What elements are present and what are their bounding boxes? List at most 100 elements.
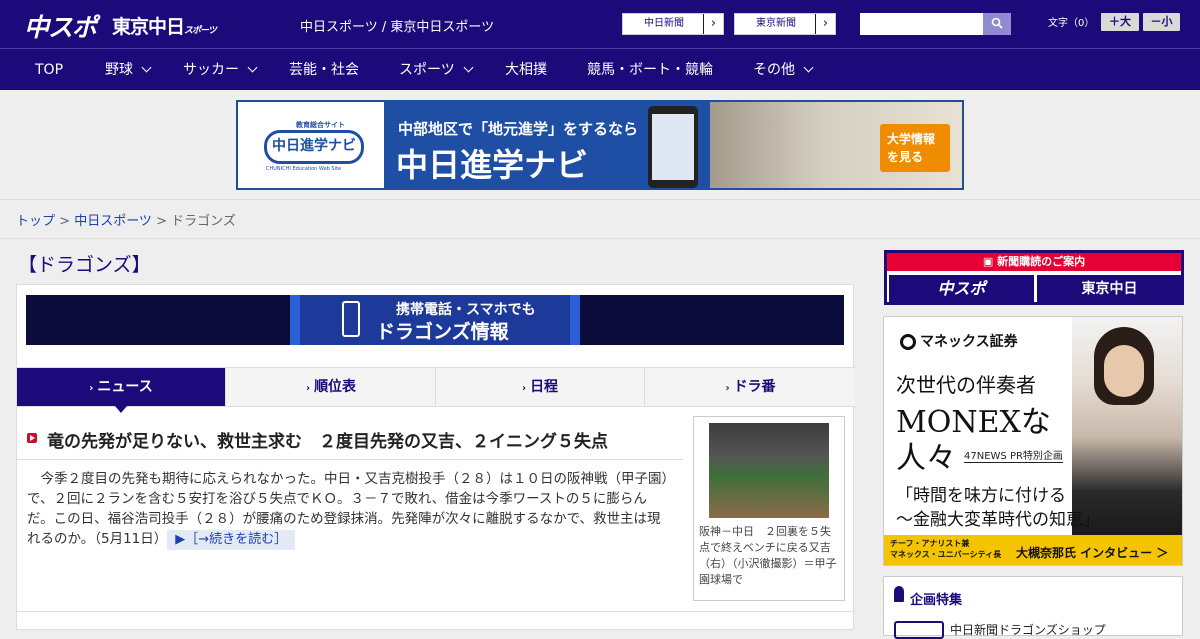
feature-box: 企画特集 中日新聞ドラゴンズショップ — [883, 576, 1183, 639]
site-header: 中スポ 東京中日スポーツ 中日スポーツ / 東京中日スポーツ 中日新聞 › 東京… — [0, 0, 1200, 48]
divider — [0, 238, 1200, 239]
nav-label: サッカー — [183, 62, 239, 78]
banner-logo-subtitle: CHUNICHI Education Web Site — [266, 166, 342, 172]
tab-label: ニュース — [97, 379, 153, 395]
article-photo[interactable] — [709, 423, 829, 518]
chevron-right-icon: › — [703, 14, 723, 34]
article-body-text: 今季２度目の先発も期待に応えられなかった。中日・又吉克樹投手（２８）は１０日の阪… — [27, 471, 669, 547]
chunichi-shimbun-label: 中日新聞 — [644, 18, 684, 29]
nav-label: その他 — [753, 62, 795, 78]
feature-title: 企画特集 — [910, 593, 963, 608]
banner-cta: 大学情報 を見る — [880, 124, 950, 172]
breadcrumb-home[interactable]: トップ — [16, 214, 55, 229]
banner-title: 中日進学ナビ — [396, 146, 589, 184]
monex-logo-icon — [900, 334, 916, 350]
tab-dragons-reporter[interactable]: › ドラ番 — [646, 368, 855, 406]
nav-label: TOP — [35, 62, 64, 78]
active-tab-pointer — [115, 406, 127, 413]
nav-racing[interactable]: 競馬・ボート・競輪 — [587, 49, 713, 91]
nav-entertainment[interactable]: 芸能・社会 — [289, 49, 359, 91]
ad-footer: チーフ・アナリスト兼 マネックス・ユニバーシティ長 大槻奈那氏 インタビュー ＞ — [884, 535, 1182, 565]
nav-label: スポーツ — [399, 62, 455, 78]
breadcrumb-current: ドラゴンズ — [171, 214, 236, 229]
chuspo-logo[interactable]: 中スポ — [24, 8, 97, 44]
top-banner-area: 教育総合サイト 中日進学ナビ CHUNICHI Education Web Si… — [0, 90, 1200, 200]
nav-other[interactable]: その他 — [753, 49, 814, 91]
tokyo-shimbun-link[interactable]: 東京新聞 › — [734, 13, 836, 35]
site-name: 中日スポーツ / 東京中日スポーツ — [300, 20, 495, 35]
chevron-down-icon — [463, 62, 474, 73]
nav-sports[interactable]: スポーツ — [399, 49, 474, 91]
subscription-heading: ▣ 新聞購読のご案内 — [887, 253, 1181, 271]
subscribe-tokyo-chunichi-button[interactable]: 東京中日 — [1037, 275, 1182, 303]
breadcrumb-section[interactable]: 中日スポーツ — [74, 214, 152, 229]
shingaku-navi-banner[interactable]: 教育総合サイト 中日進学ナビ CHUNICHI Education Web Si… — [236, 100, 964, 190]
ad-brand: マネックス証券 — [900, 331, 1018, 351]
ad-quote2: 〜金融大変革時代の知恵」 — [896, 510, 1100, 530]
breadcrumb-separator: > — [55, 214, 75, 229]
tab-news[interactable]: › ニュース — [17, 368, 226, 406]
chevron-down-icon — [141, 62, 152, 73]
nav-soccer[interactable]: サッカー — [183, 49, 258, 91]
banner-logo: 中日進学ナビ — [264, 130, 364, 164]
chevron-down-icon — [247, 62, 258, 73]
search-icon — [991, 17, 1003, 29]
breadcrumb: トップ > 中日スポーツ > ドラゴンズ — [16, 210, 236, 229]
subscription-heading-label: 新聞購読のご案内 — [997, 255, 1086, 268]
ad-line3: 人々 — [896, 441, 956, 476]
banner-logo-panel: 教育総合サイト 中日進学ナビ CHUNICHI Education Web Si… — [238, 102, 384, 188]
subscribe-chuspo-button[interactable]: 中スポ — [889, 275, 1034, 303]
banner-cta-label: 大学情報 を見る — [887, 132, 936, 164]
feature-thumbnail[interactable] — [894, 621, 944, 639]
banner-catchphrase: 中部地区で「地元進学」をするなら — [398, 120, 639, 138]
nav-sumo[interactable]: 大相撲 — [505, 49, 547, 91]
mobile-banner-line2: ドラゴンズ情報 — [376, 321, 509, 343]
read-more-label: ［→続きを読む］ — [185, 532, 288, 547]
search-input[interactable] — [860, 13, 983, 35]
chevron-right-icon: › — [725, 383, 730, 394]
text-smaller-button[interactable]: －小 — [1143, 13, 1180, 31]
tokyo-chunichi-logo[interactable]: 東京中日スポーツ — [112, 12, 217, 39]
tab-label: ドラ番 — [733, 379, 776, 395]
article-headline[interactable]: 竜の先発が足りない、救世主求む ２度目先発の又吉、２イニング５失点 — [47, 427, 608, 452]
mobile-banner-center: 携帯電話・スマホでも ドラゴンズ情報 — [290, 295, 580, 345]
breadcrumb-separator: > — [151, 214, 172, 229]
phone-icon — [342, 301, 360, 337]
subscription-box: ▣ 新聞購読のご案内 中スポ 東京中日 — [884, 250, 1184, 305]
nav-label: 競馬・ボート・競輪 — [587, 62, 713, 78]
nav-label: 野球 — [105, 62, 133, 78]
mobile-dragons-banner[interactable]: 携帯電話・スマホでも ドラゴンズ情報 — [26, 295, 844, 345]
smartphone-screen — [652, 114, 694, 180]
tokyo-logo-small: スポーツ — [184, 26, 217, 36]
nav-label: 芸能・社会 — [289, 62, 359, 78]
ad-line1: 次世代の伴奏者 — [896, 373, 1036, 397]
text-size-label: 文字（0） — [1048, 18, 1095, 29]
section-tabs: › ニュース › 順位表 › 日程 › ドラ番 — [17, 367, 855, 413]
ad-brand-label: マネックス証券 — [920, 334, 1018, 350]
chevron-right-icon: › — [89, 383, 94, 394]
tokyo-logo-text: 東京中日 — [112, 16, 185, 38]
nav-top[interactable]: TOP — [35, 49, 63, 91]
read-more-link[interactable]: ▶［→続きを読む］ — [167, 530, 296, 550]
page-title: 【ドラゴンズ】 — [18, 254, 151, 276]
ad-footer-role: チーフ・アナリスト兼 マネックス・ユニバーシティ長 — [890, 539, 1002, 559]
nav-baseball[interactable]: 野球 — [105, 49, 152, 91]
tab-standings[interactable]: › 順位表 — [227, 368, 436, 406]
tab-label: 日程 — [530, 379, 559, 395]
tokyo-shimbun-label: 東京新聞 — [756, 18, 796, 29]
monex-ad[interactable]: マネックス証券 次世代の伴奏者 MONEXな 人々 47NEWS PR特別企画 … — [883, 316, 1183, 566]
tab-label: 順位表 — [314, 379, 357, 395]
ribbon-icon — [894, 586, 904, 602]
text-bigger-button[interactable]: ＋大 — [1101, 13, 1139, 31]
nav-label: 大相撲 — [505, 62, 547, 78]
main-content: 携帯電話・スマホでも ドラゴンズ情報 › ニュース › 順位表 › 日程 › ドラ番 竜… — [16, 284, 855, 630]
chevron-right-icon: › — [521, 383, 527, 394]
chevron-down-icon — [803, 62, 814, 73]
tab-schedule[interactable]: › 日程 — [436, 368, 645, 406]
smartphone-image — [648, 106, 698, 188]
banner-logo-caption: 教育総合サイト — [296, 121, 345, 129]
search-button[interactable] — [983, 13, 1011, 35]
chunichi-shimbun-link[interactable]: 中日新聞 › — [622, 13, 724, 35]
main-nav: TOP 野球 サッカー 芸能・社会 スポーツ 大相撲 競馬・ボート・競輪 その他 — [0, 48, 1200, 90]
newspaper-icon: ▣ — [982, 255, 998, 268]
